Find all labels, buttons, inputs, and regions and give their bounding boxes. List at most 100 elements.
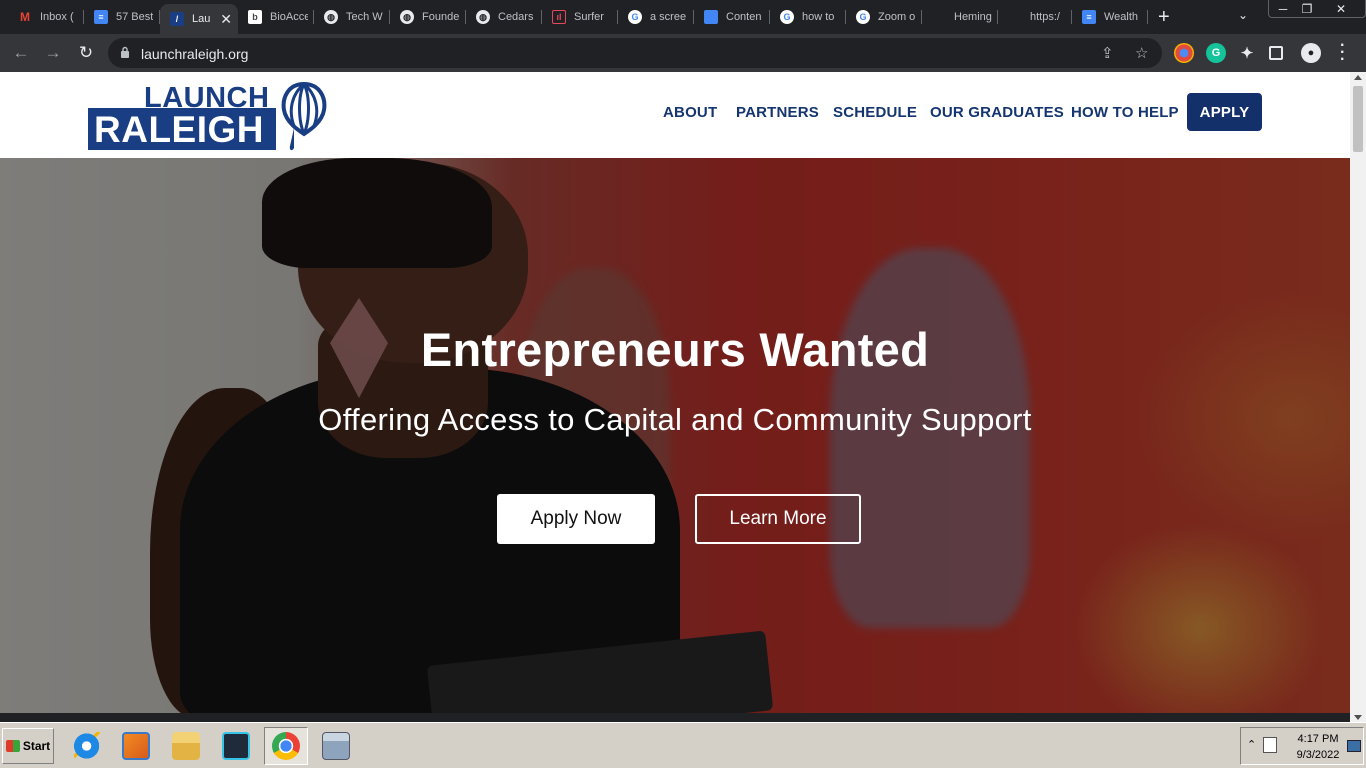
tab-wealth[interactable]: ≡ Wealth [1072,4,1148,30]
share-icon[interactable]: ⇪ [1101,44,1114,62]
page-viewport: LAUNCH RALEIGH ABOUT PARTNERS SCHEDULE O… [0,72,1350,713]
start-button[interactable]: Start [2,728,54,764]
tab-a-scree[interactable]: G a scree [618,4,694,30]
clock-time[interactable]: 4:17 PM [1293,733,1343,745]
blank-icon [1008,10,1022,24]
logo-raleigh-text: RALEIGH [94,109,264,150]
restore-icon[interactable]: ❐ [1292,0,1322,18]
nav-schedule[interactable]: SCHEDULE [833,104,917,121]
page-scrollbar[interactable] [1350,72,1366,722]
tab-launch-raleigh[interactable]: / Lau ✕ [160,4,238,34]
security-alert-icon[interactable] [1263,737,1277,753]
tab-heming[interactable]: Heming [922,4,998,30]
google-docs-icon: ≡ [94,10,108,24]
hero-section: Entrepreneurs Wanted Offering Access to … [0,158,1350,713]
tab-label: Inbox ( [40,11,74,23]
media-player-icon[interactable] [114,727,158,765]
surfer-icon: ıl [552,10,566,24]
globe-icon: ◍ [324,10,338,24]
tab-label: Lau [192,13,211,25]
tab-zoom-o[interactable]: G Zoom o [846,4,922,30]
scroll-down-arrow-icon[interactable] [1354,715,1362,720]
lock-icon [121,46,129,58]
tab-label: Surfer [574,11,604,23]
nav-how-to-help[interactable]: HOW TO HELP [1071,104,1179,121]
tab-conten[interactable]: Conten [694,4,770,30]
gmail-icon: M [18,10,32,24]
tab-label: 57 Best [116,11,154,23]
browser-tab-strip: M Inbox ( ≡ 57 Best / Lau ✕ b BioAcce ◍ … [0,0,1366,34]
globe-icon: ◍ [400,10,414,24]
hot-air-balloon-icon [281,81,327,151]
nav-our-graduates[interactable]: OUR GRADUATES [930,104,1064,121]
google-icon: G [856,10,870,24]
internet-explorer-icon[interactable] [66,727,110,765]
windows-taskbar: Start ⌃ 4:17 PM 9/3/2022 [0,722,1366,768]
tab-surfer[interactable]: ıl Surfer [542,4,618,30]
reload-icon[interactable]: ↻ [75,42,97,64]
close-tab-icon[interactable]: ✕ [216,11,232,28]
tab-label: Zoom o [878,11,916,23]
chrome-icon[interactable] [264,727,308,765]
tab-https[interactable]: https:/ [998,4,1072,30]
side-panel-icon[interactable] [1269,46,1283,60]
nav-about[interactable]: ABOUT [663,104,717,121]
google-icon: G [628,10,642,24]
profile-avatar-icon[interactable]: ● [1301,43,1321,63]
show-hidden-icons-chevron-icon[interactable]: ⌃ [1247,738,1256,751]
header-apply-button[interactable]: APPLY [1187,93,1262,131]
tab-label: BioAcce [270,11,308,23]
close-window-icon[interactable]: ✕ [1326,0,1356,18]
google-icon: G [780,10,794,24]
show-desktop-icon[interactable] [1347,740,1361,752]
scrollbar-thumb[interactable] [1353,86,1363,152]
grammarly-icon[interactable]: G [1206,43,1226,63]
tab-label: Founde [422,11,460,23]
tab-how-to[interactable]: G how to [770,4,846,30]
tab-label: Wealth [1104,11,1139,23]
bookmark-star-icon[interactable]: ☆ [1135,44,1148,62]
more-menu-icon[interactable]: · · · [1340,38,1345,68]
tab-label: https:/ [1030,11,1060,23]
docs-blue-icon [704,10,718,24]
address-bar[interactable]: launchraleigh.org ⇪ ☆ [108,38,1162,68]
tab-tech-w[interactable]: ◍ Tech W [314,4,390,30]
globe-icon: ◍ [476,10,490,24]
scroll-up-arrow-icon[interactable] [1354,75,1362,80]
url-text[interactable]: launchraleigh.org [141,46,248,62]
tab-label: Conten [726,11,762,23]
tab-bioaccess[interactable]: b BioAcce [238,4,314,30]
hero-subtitle: Offering Access to Capital and Community… [318,402,1032,437]
google-docs-icon: ≡ [1082,10,1096,24]
system-tray: ⌃ 4:17 PM 9/3/2022 [1240,727,1364,765]
apply-now-button[interactable]: Apply Now [497,494,655,544]
site-header: LAUNCH RALEIGH ABOUT PARTNERS SCHEDULE O… [0,72,1350,158]
forward-arrow-icon[interactable]: → [42,42,64,64]
nav-partners[interactable]: PARTNERS [736,104,819,121]
extensions-puzzle-icon[interactable]: ✦ [1237,43,1257,63]
windows-flag-icon [5,740,20,752]
learn-more-button[interactable]: Learn More [695,494,861,544]
tab-search-chevron-icon[interactable]: ⌄ [1238,8,1248,22]
file-explorer-icon[interactable] [164,727,208,765]
hero-title: Entrepreneurs Wanted [420,323,930,376]
vpn-shield-icon[interactable] [214,727,258,765]
new-tab-plus-icon[interactable]: + [1158,7,1170,27]
tab-label: how to [802,11,835,23]
back-arrow-icon[interactable]: ← [10,42,32,64]
tab-label: a scree [650,11,687,23]
tab-inbox[interactable]: M Inbox ( [8,4,84,30]
clock-date[interactable]: 9/3/2022 [1293,749,1343,761]
start-label: Start [22,739,51,753]
tab-founde[interactable]: ◍ Founde [390,4,466,30]
tab-57-best[interactable]: ≡ 57 Best [84,4,160,30]
tab-label: Heming [954,11,992,23]
launch-raleigh-logo[interactable]: LAUNCH RALEIGH [88,80,330,152]
launch-raleigh-icon: / [170,12,184,26]
browser-toolbar: ← → ↻ launchraleigh.org ⇪ ☆ G ✦ ● · · · [0,34,1366,72]
bioaccess-icon: b [248,10,262,24]
color-picker-extension-icon[interactable] [1174,43,1194,63]
tab-cedars[interactable]: ◍ Cedars [466,4,542,30]
calculator-icon[interactable] [314,727,358,765]
tab-label: Tech W [346,11,383,23]
